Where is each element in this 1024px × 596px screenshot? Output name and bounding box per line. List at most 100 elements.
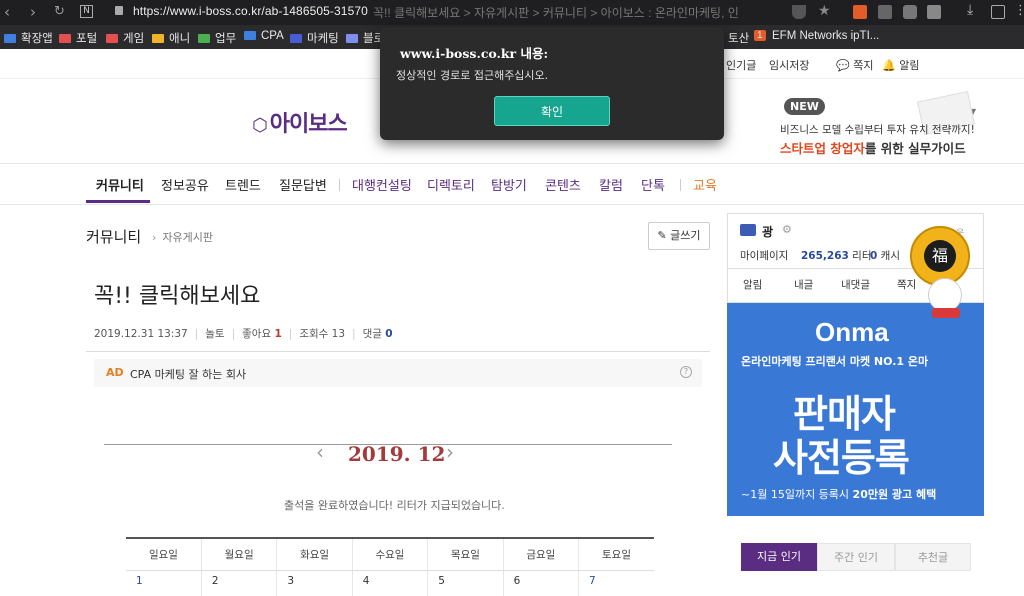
weekday-header: 금요일: [502, 537, 579, 571]
apps-icon: [4, 34, 16, 43]
calendar-day: 5: [427, 570, 504, 596]
post-views: 조회수 13: [299, 328, 346, 340]
tab-weekly-popular[interactable]: 주간 인기: [817, 543, 895, 571]
mypage-link[interactable]: 마이페이지: [740, 248, 788, 263]
folder-icon: [106, 34, 118, 43]
extension-icon[interactable]: [878, 5, 892, 19]
reload-icon[interactable]: ↻: [54, 3, 65, 21]
weekday-header: 목요일: [427, 537, 504, 571]
weekday-header: 월요일: [200, 537, 277, 571]
util-messages[interactable]: 💬 쪽지: [836, 57, 873, 73]
breadcrumb-section[interactable]: 커뮤니티: [86, 226, 141, 247]
calendar-day: 2: [200, 570, 277, 596]
post-title: 꼭!! 클릭해보세요: [94, 284, 261, 309]
back-icon[interactable]: ‹: [4, 3, 10, 21]
nav-education[interactable]: 교육: [693, 175, 717, 194]
message-icon: 💬: [836, 59, 850, 72]
bookmark-folder[interactable]: 블로: [346, 30, 384, 46]
next-month-icon[interactable]: ›: [446, 440, 454, 464]
tab-my-posts[interactable]: 내글: [794, 277, 813, 292]
ad-new-badge: NEW: [784, 98, 825, 115]
nav-column[interactable]: 칼럼: [599, 175, 623, 194]
util-drafts[interactable]: 임시저장: [769, 57, 809, 73]
nav-visit[interactable]: 탐방기: [491, 175, 527, 194]
header-ad[interactable]: NEW 비즈니스 모델 수립부터 투자 유치 전략까지! 스타트업 창업자를 위…: [770, 90, 1000, 160]
banner-foot: ~1월 15일까지 등록시 20만원 광고 혜택: [741, 488, 937, 501]
folder-icon: [59, 34, 71, 43]
nav-community[interactable]: 커뮤니티: [96, 175, 144, 194]
liter-balance[interactable]: 265,263 리터: [801, 248, 872, 263]
star-icon[interactable]: ★: [818, 3, 831, 19]
post-likes: 좋아요 1: [242, 328, 282, 340]
bookmark-folder[interactable]: 마케팅: [290, 30, 339, 46]
divider: [86, 351, 710, 352]
ad-text[interactable]: CPA 마케팅 잘 하는 회사: [130, 366, 246, 382]
weekday-header: 수요일: [351, 537, 428, 571]
bookmark-apps[interactable]: 확장앱: [4, 30, 53, 46]
bookmark-item[interactable]: EFM Networks ipTI...: [772, 30, 879, 42]
extension-icon[interactable]: [853, 5, 867, 19]
calendar-day: 1: [136, 574, 143, 587]
nav-info[interactable]: 정보공유: [161, 175, 209, 194]
user-name[interactable]: 광: [762, 223, 773, 240]
menu-icon[interactable]: ⋮: [1014, 3, 1024, 18]
folder-icon: [290, 34, 302, 43]
bookmark-folder[interactable]: 포털: [59, 30, 97, 46]
url-text[interactable]: https://www.i-boss.co.kr/ab-1486505-3157…: [133, 4, 368, 18]
banner-brand: Onma: [815, 317, 889, 347]
write-button[interactable]: ✎ 글쓰기: [648, 222, 710, 250]
breadcrumb-board[interactable]: › 자유게시판: [152, 229, 213, 245]
pocket-icon[interactable]: [792, 5, 806, 19]
gear-icon[interactable]: ⚙: [782, 223, 792, 236]
site-logo[interactable]: ⬡ 아이보스: [252, 106, 348, 138]
nav-directory[interactable]: 디렉토리: [427, 175, 475, 194]
url-page-title: 꼭!! 클릭해보세요 > 자유게시판 > 커뮤니티 > 아이보스 : 온라인마케…: [373, 6, 739, 20]
weekday-header: 화요일: [276, 537, 353, 571]
tab-my-comments[interactable]: 내댓글: [841, 277, 870, 292]
cash-balance[interactable]: 0 캐시: [870, 248, 900, 263]
calendar-day: 3: [276, 570, 353, 596]
bookmark-folder[interactable]: CPA: [244, 30, 284, 42]
folder-icon: [198, 34, 210, 43]
mouse-head: [928, 278, 962, 312]
nav-divider: [339, 179, 340, 191]
prev-month-icon[interactable]: ‹: [316, 440, 324, 464]
camera-icon[interactable]: [903, 5, 917, 19]
tab-recommended[interactable]: 추천글: [895, 543, 971, 571]
tab-alerts[interactable]: 알림: [743, 277, 762, 292]
attendance-calendar: 일요일 월요일 화요일 수요일 목요일 금요일 토요일 1 2 3 4 5 6 …: [126, 537, 654, 596]
pass-icon[interactable]: [927, 5, 941, 19]
ok-button[interactable]: 확인: [494, 96, 610, 126]
nav-chat[interactable]: 단톡: [641, 175, 665, 194]
notion-icon[interactable]: N: [80, 5, 93, 18]
nav-agency[interactable]: 대행컨설팅: [352, 175, 412, 194]
help-icon[interactable]: ?: [680, 366, 692, 378]
download-icon[interactable]: ⤓: [967, 2, 973, 18]
forward-icon[interactable]: ›: [30, 3, 36, 21]
nav-trend[interactable]: 트렌드: [225, 175, 261, 194]
logo-icon: ⬡: [252, 115, 268, 136]
dialog-title: www.i-boss.co.kr 내용:: [400, 46, 549, 61]
tab-now-popular[interactable]: 지금 인기: [741, 543, 817, 571]
banner-sub: 온라인마케팅 프리랜서 마켓 NO.1 온마: [741, 355, 929, 368]
nav-divider: [680, 179, 681, 191]
bookmark-folder[interactable]: 게임: [106, 30, 144, 46]
bookmark-folder[interactable]: 애니: [152, 30, 190, 46]
screenshot-icon[interactable]: [991, 5, 1005, 19]
post-meta: 2019.12.31 13:37 | 놀토 | 좋아요 1 | 조회수 13 | 댓글 0: [94, 328, 393, 340]
ad-line1: 비즈니스 모델 수립부터 투자 유치 전략까지!: [780, 124, 975, 136]
ad-banner-text[interactable]: AD CPA 마케팅 잘 하는 회사 ?: [94, 359, 702, 387]
ad-line2: 스타트업 창업자를 위한 실무가이드: [780, 141, 966, 156]
bookmark-folder[interactable]: 업무: [198, 30, 236, 46]
util-popular[interactable]: 인기글: [726, 57, 756, 73]
banner-big2: 사전등록: [773, 436, 910, 480]
onma-banner[interactable]: Onma 온라인마케팅 프리랜서 마켓 NO.1 온마 판매자 사전등록 ~1월…: [727, 303, 984, 516]
alert-dialog: www.i-boss.co.kr 내용: 정상적인 경로로 접근해주십시오. 확…: [380, 27, 724, 140]
chevron-right-icon: ›: [152, 231, 157, 244]
nav-contents[interactable]: 콘텐츠: [545, 175, 581, 194]
util-alerts[interactable]: 🔔 알림: [882, 57, 919, 73]
bookmark-item[interactable]: 토산: [728, 30, 749, 46]
folder-icon: [346, 34, 358, 43]
nav-qna[interactable]: 질문답변: [279, 175, 327, 194]
lucky-bag-seal: 福: [924, 240, 956, 272]
